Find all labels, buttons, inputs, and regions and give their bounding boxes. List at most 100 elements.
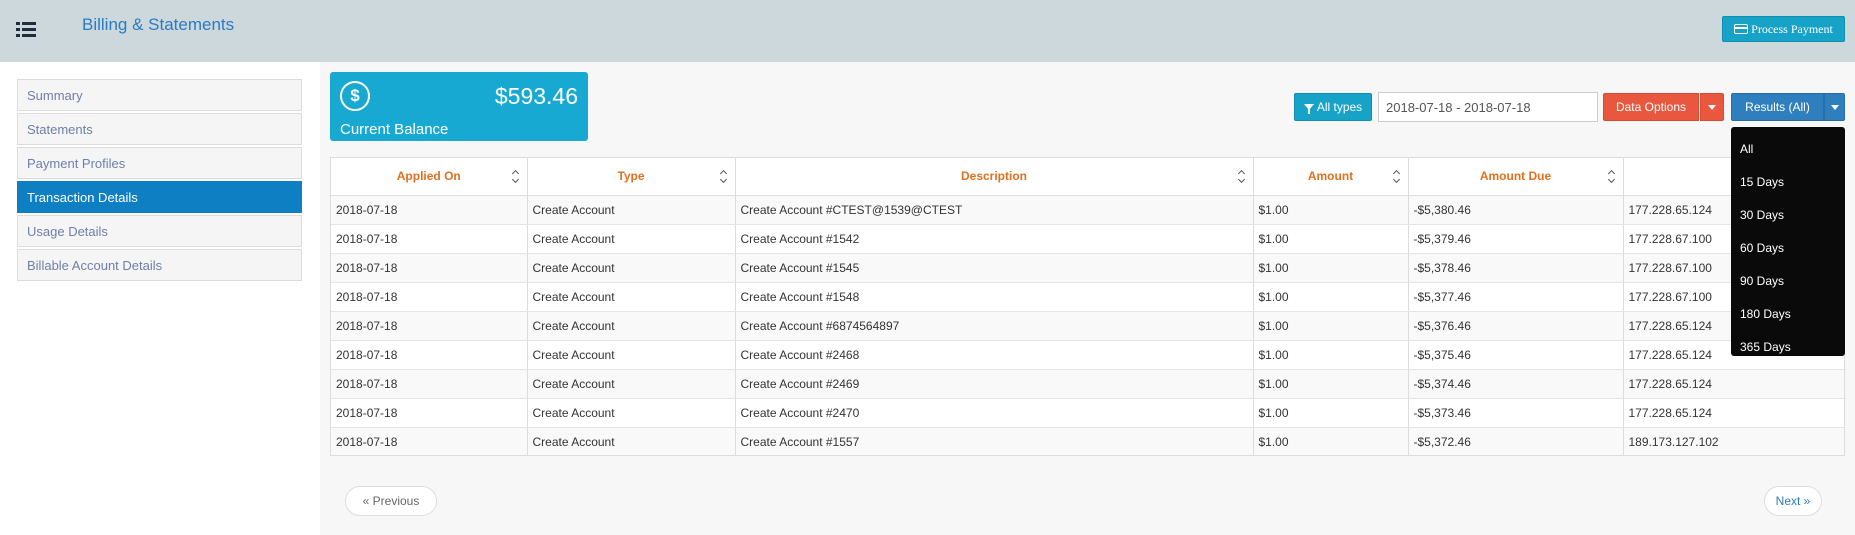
sidebar-item-transaction-details[interactable]: Transaction Details [17, 181, 302, 213]
sidebar-item-label: Billable Account Details [27, 257, 163, 273]
amount-cell: $1.00 [1253, 398, 1409, 428]
results-option-365-days[interactable]: 365 Days [1731, 331, 1845, 364]
applied-on-cell: 2018-07-18 [331, 282, 528, 312]
current-balance-card: $ $593.46 Current Balance [330, 72, 588, 141]
sidebar-item-label: Statements [27, 121, 93, 137]
column-header-applied-on[interactable]: Applied On [331, 158, 528, 196]
data-options-label: Data Options [1615, 100, 1687, 114]
type-cell: Create Account [527, 311, 736, 341]
sort-icon [719, 171, 727, 183]
applied-on-cell: 2018-07-18 [331, 427, 528, 455]
transactions-table: Applied On Type Description Amount Amoun… [330, 157, 1845, 456]
type-cell: Create Account [527, 224, 736, 254]
previous-page-button[interactable]: « Previous [345, 486, 437, 516]
description-cell: Create Account #1545 [735, 253, 1254, 283]
sort-icon [1237, 171, 1245, 183]
results-option-15-days[interactable]: 15 Days [1731, 166, 1845, 199]
amount-due-cell: -$5,380.46 [1408, 195, 1624, 225]
column-header-type[interactable]: Type [527, 158, 736, 196]
top-bar: Billing & Statements Process Payment [0, 0, 1855, 62]
amount-due-cell: -$5,377.46 [1408, 282, 1624, 312]
amount-due-cell: -$5,376.46 [1408, 311, 1624, 341]
applied-on-cell: 2018-07-18 [331, 398, 528, 428]
amount-cell: $1.00 [1253, 340, 1409, 370]
sidebar-item-label: Payment Profiles [27, 155, 126, 171]
column-header-amount[interactable]: Amount [1253, 158, 1409, 196]
sidebar-item-label: Usage Details [27, 223, 108, 239]
balance-amount: $593.46 [494, 83, 578, 109]
applied-on-cell: 2018-07-18 [331, 224, 528, 254]
column-header-label: Type [617, 169, 645, 184]
amount-due-cell: -$5,372.46 [1408, 427, 1624, 455]
results-option-all[interactable]: All [1731, 133, 1845, 166]
dollar-icon: $ [340, 81, 370, 111]
sort-icon [1607, 171, 1615, 183]
sidebar-item-statements[interactable]: Statements [17, 113, 302, 145]
amount-cell: $1.00 [1253, 195, 1409, 225]
sort-icon [1392, 171, 1400, 183]
ip-cell: 177.228.65.124 [1623, 369, 1844, 399]
description-cell: Create Account #2469 [735, 369, 1254, 399]
sidebar-item-usage-details[interactable]: Usage Details [17, 215, 302, 247]
results-toggle[interactable] [1824, 93, 1845, 121]
all-types-filter-button[interactable]: All types [1294, 93, 1372, 121]
filter-icon [1303, 104, 1314, 114]
amount-cell: $1.00 [1253, 253, 1409, 283]
ip-cell: 177.228.65.124 [1623, 398, 1844, 428]
sidebar-item-payment-profiles[interactable]: Payment Profiles [17, 147, 302, 179]
results-option-30-days[interactable]: 30 Days [1731, 199, 1845, 232]
applied-on-cell: 2018-07-18 [331, 340, 528, 370]
sort-icon [511, 171, 519, 183]
results-button[interactable]: Results (All) [1731, 93, 1824, 121]
column-header-label: Amount [1307, 169, 1354, 184]
column-header-label: Amount Due [1479, 169, 1552, 184]
sidebar-item-billable-account-details[interactable]: Billable Account Details [17, 249, 302, 281]
results-dropdown-menu: All 15 Days 30 Days 60 Days 90 Days 180 … [1731, 127, 1845, 356]
results-option-180-days[interactable]: 180 Days [1731, 298, 1845, 331]
amount-due-cell: -$5,374.46 [1408, 369, 1624, 399]
amount-due-cell: -$5,373.46 [1408, 398, 1624, 428]
column-header-label: Description [960, 169, 1027, 184]
results-option-90-days[interactable]: 90 Days [1731, 265, 1845, 298]
sidebar-item-label: Summary [27, 87, 83, 103]
chevron-down-icon [1830, 104, 1839, 110]
chevron-down-icon [1708, 104, 1716, 110]
amount-cell: $1.00 [1253, 369, 1409, 399]
next-page-button[interactable]: Next » [1764, 486, 1822, 516]
sidebar-item-summary[interactable]: Summary [17, 79, 302, 111]
table-row: 2018-07-18 Create Account Create Account #… [331, 340, 1844, 370]
amount-due-cell: -$5,379.46 [1408, 224, 1624, 254]
date-range-input[interactable] [1378, 92, 1598, 122]
table-row: 2018-07-18 Create Account Create Account #… [331, 282, 1844, 312]
description-cell: Create Account #2470 [735, 398, 1254, 428]
type-cell: Create Account [527, 195, 736, 225]
column-header-amount-due[interactable]: Amount Due [1408, 158, 1624, 196]
table-row: 2018-07-18 Create Account Create Account #… [331, 369, 1844, 399]
table-row: 2018-07-18 Create Account Create Account #… [331, 195, 1844, 225]
amount-cell: $1.00 [1253, 427, 1409, 455]
applied-on-cell: 2018-07-18 [331, 311, 528, 341]
applied-on-cell: 2018-07-18 [331, 253, 528, 283]
data-options-button[interactable]: Data Options [1603, 93, 1699, 121]
type-cell: Create Account [527, 282, 736, 312]
description-cell: Create Account #1548 [735, 282, 1254, 312]
amount-due-cell: -$5,378.46 [1408, 253, 1624, 283]
menu-icon[interactable] [16, 22, 36, 38]
type-cell: Create Account [527, 398, 736, 428]
column-header-description[interactable]: Description [735, 158, 1254, 196]
description-cell: Create Account #1557 [735, 427, 1254, 455]
amount-cell: $1.00 [1253, 224, 1409, 254]
table-row: 2018-07-18 Create Account Create Account #… [331, 427, 1844, 455]
all-types-label: All types [1316, 100, 1363, 114]
credit-card-icon [1734, 24, 1749, 34]
type-cell: Create Account [527, 340, 736, 370]
process-payment-button[interactable]: Process Payment [1722, 16, 1845, 42]
data-options-toggle[interactable] [1700, 93, 1724, 121]
description-cell: Create Account #6874564897 [735, 311, 1254, 341]
page-title: Billing & Statements [82, 15, 235, 34]
results-option-60-days[interactable]: 60 Days [1731, 232, 1845, 265]
amount-due-cell: -$5,375.46 [1408, 340, 1624, 370]
description-cell: Create Account #1542 [735, 224, 1254, 254]
ip-cell: 189.173.127.102 [1623, 427, 1844, 455]
type-cell: Create Account [527, 427, 736, 455]
